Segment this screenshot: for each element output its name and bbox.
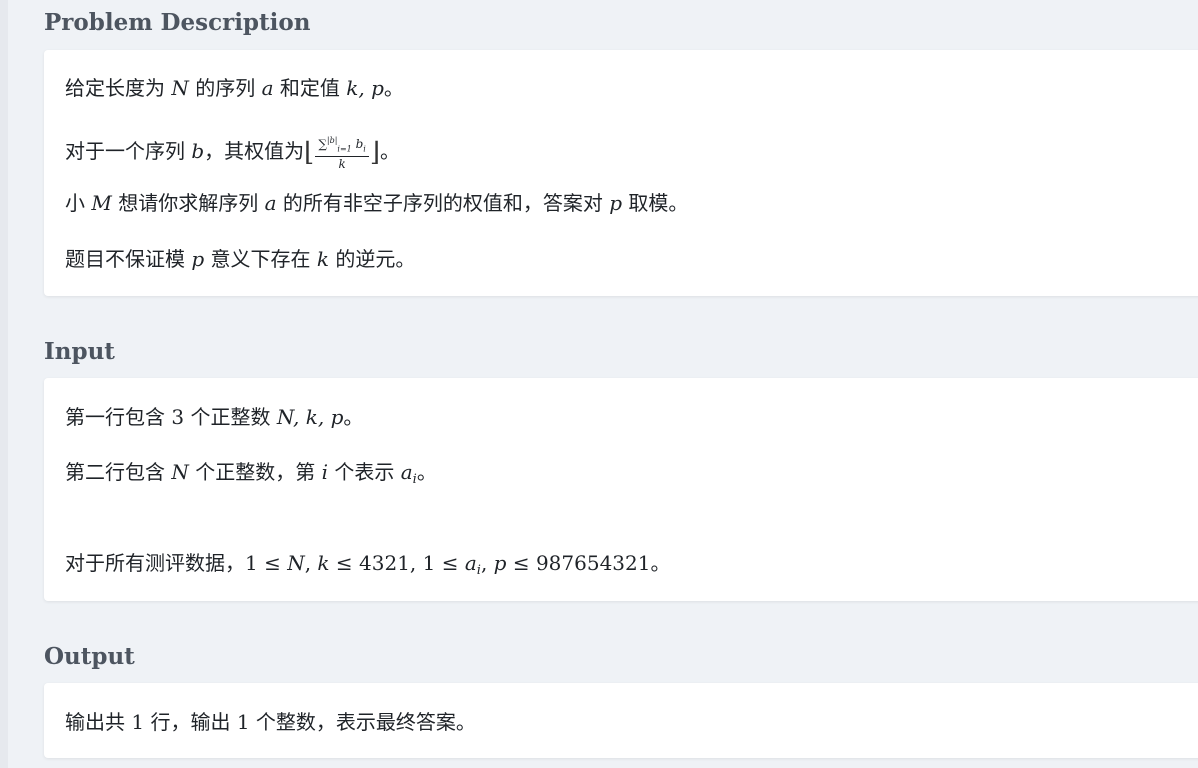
description-line-2: 对于一个序列 b，其权值为⌊ ∑|b|i=1 bi k ⌋。 bbox=[65, 134, 401, 172]
description-card: 给定长度为 N 的序列 a 和定值 k, p。 对于一个序列 b，其权值为⌊ ∑|… bbox=[44, 50, 1198, 296]
output-line-1: 输出共 1 行，输出 1 个整数，表示最终答案。 bbox=[65, 710, 476, 734]
input-heading: Input bbox=[44, 338, 115, 365]
weight-fraction: ∑|b|i=1 bi k bbox=[315, 134, 369, 171]
input-line-3: 对于所有测评数据，1 ≤ N, k ≤ 4321, 1 ≤ ai, p ≤ 98… bbox=[65, 551, 671, 578]
input-line-2: 第二行包含 N 个正整数，第 i 个表示 ai。 bbox=[65, 460, 437, 487]
description-line-3: 小 M 想请你求解序列 a 的所有非空子序列的权值和，答案对 p 取模。 bbox=[65, 191, 689, 215]
input-line-1: 第一行包含 3 个正整数 N, k, p。 bbox=[65, 405, 364, 429]
output-card: 输出共 1 行，输出 1 个整数，表示最终答案。 bbox=[44, 683, 1198, 758]
description-line-4: 题目不保证模 p 意义下存在 k 的逆元。 bbox=[65, 247, 416, 271]
description-heading: Problem Description bbox=[44, 9, 311, 36]
input-card: 第一行包含 3 个正整数 N, k, p。 第二行包含 N 个正整数，第 i 个… bbox=[44, 378, 1198, 601]
output-heading: Output bbox=[44, 643, 135, 670]
description-line-1: 给定长度为 N 的序列 a 和定值 k, p。 bbox=[65, 76, 404, 100]
left-edge bbox=[0, 0, 8, 768]
